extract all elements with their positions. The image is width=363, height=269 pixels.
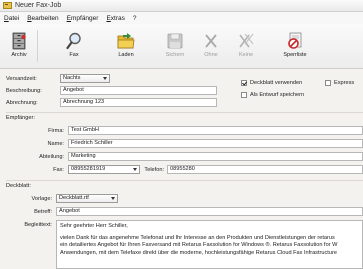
firma-input[interactable]: Test GmbH: [68, 126, 363, 135]
express-label: Express: [334, 80, 355, 86]
menu-extras[interactable]: Extras: [106, 15, 124, 22]
begleittext-label: Begleittext:: [24, 222, 52, 228]
abrechnung-input[interactable]: Abrechnung 123: [60, 98, 217, 107]
entwurf-checkbox[interactable]: [241, 92, 247, 98]
x-multi-icon: [239, 33, 254, 48]
folder-icon: [117, 33, 135, 49]
chevron-down-icon: [111, 197, 115, 200]
archive-button[interactable]: Archiv: [3, 24, 35, 67]
menu-empfaenger[interactable]: Empfänger: [67, 15, 99, 22]
blocklist-button[interactable]: Sperrliste: [279, 24, 311, 67]
chevron-down-icon: [103, 77, 107, 80]
menu-bearbeiten[interactable]: Bearbeiten: [27, 15, 58, 22]
abteilung-input[interactable]: Marketing: [68, 152, 363, 161]
vorlage-value: Deckblatt.rtf: [59, 195, 89, 201]
load-button[interactable]: Laden: [110, 24, 142, 67]
versandzeit-value: Nachts: [63, 75, 81, 81]
name-label: Name:: [47, 141, 64, 147]
abteilung-label: Abteilung:: [39, 154, 64, 160]
menu-datei[interactable]: Datei: [4, 15, 19, 22]
firma-label: Firma:: [48, 128, 64, 134]
save-label: Sichern: [165, 52, 185, 58]
menu-help[interactable]: ?: [133, 15, 137, 22]
abrechnung-label: Abrechnung:: [6, 100, 38, 106]
save-button[interactable]: Sichern: [159, 24, 191, 67]
fax-button[interactable]: Fax: [58, 24, 90, 67]
toolbar-divider: [37, 30, 38, 62]
begleittext-line: vielen Dank für das angenehme Telefonat …: [60, 234, 335, 241]
express-checkbox[interactable]: [325, 80, 331, 86]
telefon-label: Telefon:: [144, 167, 164, 173]
magnifier-icon: [66, 32, 81, 50]
begleittext-line: Sehr geehrter Herr Schiller,: [60, 223, 128, 229]
fax-label: Fax: [69, 52, 79, 58]
versandzeit-select[interactable]: Nachts: [60, 74, 110, 83]
begleittext-line: Anwendungen, mit dem Telefaxe direkt übe…: [60, 249, 337, 256]
fax-job-form: Versandzeit: Nachts Beschreibung: Angebo…: [0, 70, 363, 269]
beschreibung-input[interactable]: Angebot: [60, 86, 217, 95]
load-label: Laden: [118, 52, 134, 58]
without-button[interactable]: Ohne: [195, 24, 227, 67]
telefon-input[interactable]: 08955280: [167, 165, 363, 174]
none-button[interactable]: Keine: [230, 24, 262, 67]
archive-icon: [12, 32, 26, 50]
begleittext-line: ein detailiertes Angebot für Ihren Faxve…: [60, 242, 338, 248]
section-divider: [6, 112, 363, 113]
vorlage-label: Vorlage:: [31, 196, 52, 202]
blocklist-icon: [288, 32, 302, 49]
fax-number-label: Fax:: [53, 167, 64, 173]
save-icon: [167, 33, 183, 49]
fax-app-icon: [3, 2, 12, 9]
title-bar: Neuer Fax-Job: [0, 0, 363, 12]
blocklist-label: Sperrliste: [283, 52, 307, 58]
none-label: Keine: [238, 52, 254, 58]
deckblatt-section-label: Deckblatt:: [6, 183, 31, 189]
without-label: Ohne: [204, 52, 218, 58]
deckblatt-verwenden-label: Deckblatt verwenden: [250, 80, 303, 86]
menu-bar: Datei Bearbeiten Empfänger Extras ?: [0, 12, 363, 24]
toolbar: Archiv Fax Laden Sichern Ohne Keine Sper…: [0, 24, 363, 69]
betreff-label: Betreff:: [34, 209, 52, 215]
deckblatt-verwenden-checkbox[interactable]: [241, 80, 247, 86]
window-title: Neuer Fax-Job: [15, 2, 62, 9]
empfaenger-section-label: Empfänger:: [6, 115, 35, 121]
section-divider: [6, 180, 363, 181]
begleittext-textarea[interactable]: Sehr geehrter Herr Schiller, vielen Dank…: [56, 220, 363, 269]
fax-number-value: 08955281919: [71, 166, 106, 172]
archive-label: Archiv: [11, 52, 27, 58]
versandzeit-label: Versandzeit:: [6, 76, 37, 82]
name-input[interactable]: Friedrich Schiller: [68, 139, 363, 148]
beschreibung-label: Beschreibung:: [6, 88, 42, 94]
betreff-input[interactable]: Angebot: [56, 207, 363, 216]
vorlage-select[interactable]: Deckblatt.rtf: [56, 194, 118, 203]
x-icon: [205, 34, 217, 48]
fax-number-select[interactable]: 08955281919: [68, 165, 140, 174]
entwurf-label: Als Entwurf speichern: [250, 92, 305, 98]
